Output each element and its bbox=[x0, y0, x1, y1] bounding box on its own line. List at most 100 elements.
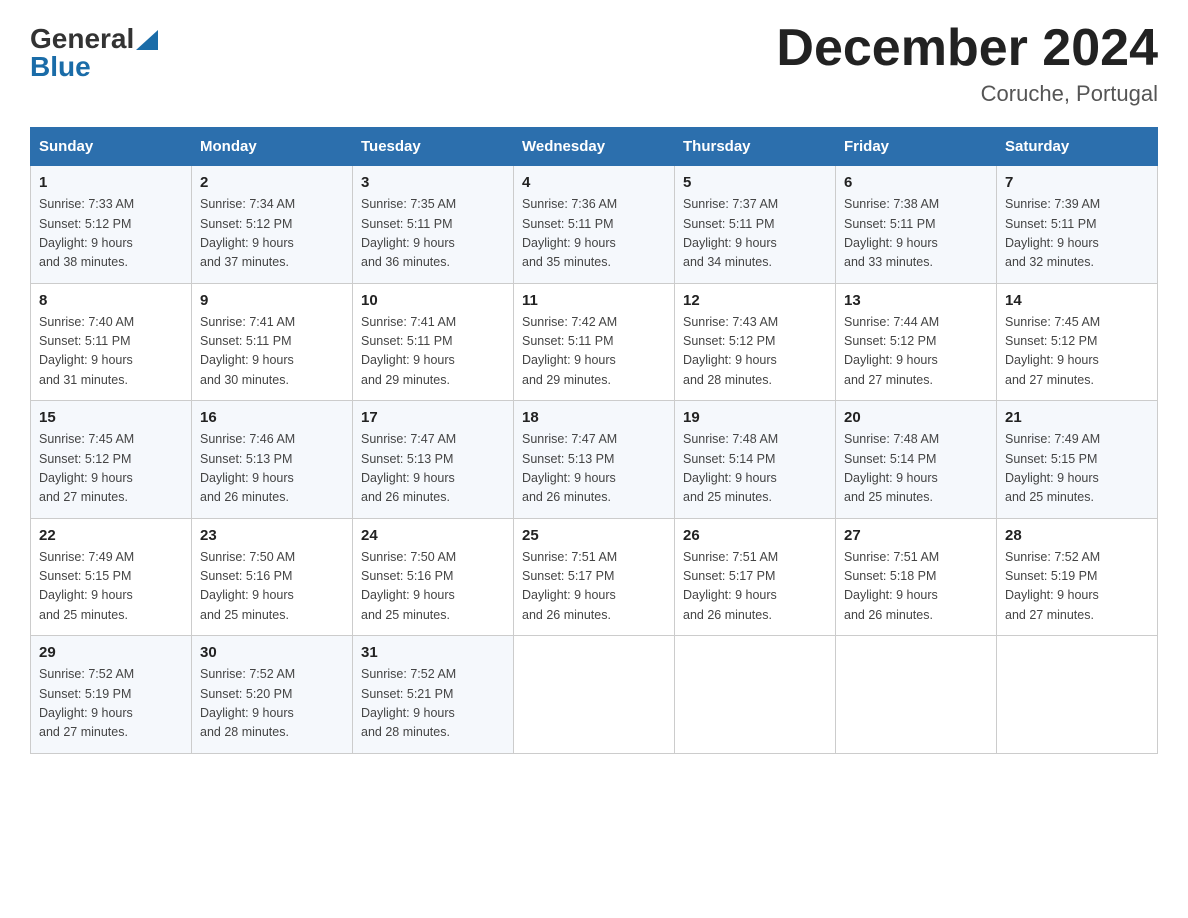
day-info: Sunrise: 7:50 AM Sunset: 5:16 PM Dayligh… bbox=[361, 548, 505, 626]
day-info: Sunrise: 7:45 AM Sunset: 5:12 PM Dayligh… bbox=[1005, 313, 1149, 391]
day-number: 10 bbox=[361, 292, 505, 309]
day-number: 31 bbox=[361, 644, 505, 661]
day-number: 25 bbox=[522, 527, 666, 544]
day-info: Sunrise: 7:52 AM Sunset: 5:20 PM Dayligh… bbox=[200, 665, 344, 743]
calendar-cell: 19 Sunrise: 7:48 AM Sunset: 5:14 PM Dayli… bbox=[675, 401, 836, 519]
day-info: Sunrise: 7:48 AM Sunset: 5:14 PM Dayligh… bbox=[683, 430, 827, 508]
calendar-header-thursday: Thursday bbox=[675, 128, 836, 166]
day-info: Sunrise: 7:40 AM Sunset: 5:11 PM Dayligh… bbox=[39, 313, 183, 391]
calendar-cell: 2 Sunrise: 7:34 AM Sunset: 5:12 PM Daylig… bbox=[192, 166, 353, 284]
day-number: 17 bbox=[361, 409, 505, 426]
calendar-cell: 21 Sunrise: 7:49 AM Sunset: 5:15 PM Dayli… bbox=[997, 401, 1158, 519]
day-number: 13 bbox=[844, 292, 988, 309]
day-info: Sunrise: 7:52 AM Sunset: 5:19 PM Dayligh… bbox=[39, 665, 183, 743]
day-info: Sunrise: 7:51 AM Sunset: 5:18 PM Dayligh… bbox=[844, 548, 988, 626]
calendar-cell: 13Sunrise: 7:44 AM Sunset: 5:12 PM Dayli… bbox=[836, 283, 997, 401]
day-info: Sunrise: 7:47 AM Sunset: 5:13 PM Dayligh… bbox=[522, 430, 666, 508]
header: General Blue December 2024 Coruche, Port… bbox=[30, 20, 1158, 107]
day-info: Sunrise: 7:47 AM Sunset: 5:13 PM Dayligh… bbox=[361, 430, 505, 508]
calendar-header-saturday: Saturday bbox=[997, 128, 1158, 166]
calendar-cell: 20Sunrise: 7:48 AM Sunset: 5:14 PM Dayli… bbox=[836, 401, 997, 519]
calendar-week-row: 8 Sunrise: 7:40 AM Sunset: 5:11 PM Daylig… bbox=[31, 283, 1158, 401]
calendar-header-friday: Friday bbox=[836, 128, 997, 166]
day-number: 5 bbox=[683, 174, 827, 191]
calendar-cell: 4Sunrise: 7:36 AM Sunset: 5:11 PM Daylig… bbox=[514, 166, 675, 284]
calendar-cell: 31Sunrise: 7:52 AM Sunset: 5:21 PM Dayli… bbox=[353, 636, 514, 754]
day-number: 11 bbox=[522, 292, 666, 309]
day-info: Sunrise: 7:45 AM Sunset: 5:12 PM Dayligh… bbox=[39, 430, 183, 508]
calendar-cell: 6 Sunrise: 7:38 AM Sunset: 5:11 PM Daylig… bbox=[836, 166, 997, 284]
calendar-cell: 10 Sunrise: 7:41 AM Sunset: 5:11 PM Dayli… bbox=[353, 283, 514, 401]
day-number: 7 bbox=[1005, 174, 1149, 191]
calendar-cell: 12 Sunrise: 7:43 AM Sunset: 5:12 PM Dayli… bbox=[675, 283, 836, 401]
calendar-cell: 25Sunrise: 7:51 AM Sunset: 5:17 PM Dayli… bbox=[514, 518, 675, 636]
calendar-cell: 26Sunrise: 7:51 AM Sunset: 5:17 PM Dayli… bbox=[675, 518, 836, 636]
calendar-cell: 30 Sunrise: 7:52 AM Sunset: 5:20 PM Dayli… bbox=[192, 636, 353, 754]
logo-triangle-icon bbox=[136, 30, 158, 50]
day-number: 28 bbox=[1005, 527, 1149, 544]
calendar-cell: 17 Sunrise: 7:47 AM Sunset: 5:13 PM Dayli… bbox=[353, 401, 514, 519]
logo-blue-text: Blue bbox=[30, 53, 91, 81]
day-info: Sunrise: 7:34 AM Sunset: 5:12 PM Dayligh… bbox=[200, 195, 344, 273]
calendar-header-row: SundayMondayTuesdayWednesdayThursdayFrid… bbox=[31, 128, 1158, 166]
day-number: 15 bbox=[39, 409, 183, 426]
day-number: 23 bbox=[200, 527, 344, 544]
calendar-week-row: 15 Sunrise: 7:45 AM Sunset: 5:12 PM Dayli… bbox=[31, 401, 1158, 519]
calendar-title: December 2024 bbox=[776, 20, 1158, 77]
calendar-cell: 15 Sunrise: 7:45 AM Sunset: 5:12 PM Dayli… bbox=[31, 401, 192, 519]
day-info: Sunrise: 7:42 AM Sunset: 5:11 PM Dayligh… bbox=[522, 313, 666, 391]
calendar-cell: 24 Sunrise: 7:50 AM Sunset: 5:16 PM Dayli… bbox=[353, 518, 514, 636]
calendar-cell: 1Sunrise: 7:33 AM Sunset: 5:12 PM Daylig… bbox=[31, 166, 192, 284]
day-number: 3 bbox=[361, 174, 505, 191]
day-number: 8 bbox=[39, 292, 183, 309]
day-number: 19 bbox=[683, 409, 827, 426]
day-info: Sunrise: 7:41 AM Sunset: 5:11 PM Dayligh… bbox=[200, 313, 344, 391]
day-number: 2 bbox=[200, 174, 344, 191]
calendar-cell: 8 Sunrise: 7:40 AM Sunset: 5:11 PM Daylig… bbox=[31, 283, 192, 401]
calendar-cell: 14 Sunrise: 7:45 AM Sunset: 5:12 PM Dayli… bbox=[997, 283, 1158, 401]
calendar-table: SundayMondayTuesdayWednesdayThursdayFrid… bbox=[30, 127, 1158, 754]
day-info: Sunrise: 7:37 AM Sunset: 5:11 PM Dayligh… bbox=[683, 195, 827, 273]
day-number: 30 bbox=[200, 644, 344, 661]
calendar-cell: 7Sunrise: 7:39 AM Sunset: 5:11 PM Daylig… bbox=[997, 166, 1158, 284]
day-number: 26 bbox=[683, 527, 827, 544]
calendar-cell: 11 Sunrise: 7:42 AM Sunset: 5:11 PM Dayli… bbox=[514, 283, 675, 401]
calendar-header-sunday: Sunday bbox=[31, 128, 192, 166]
title-area: December 2024 Coruche, Portugal bbox=[776, 20, 1158, 107]
calendar-cell bbox=[836, 636, 997, 754]
day-number: 21 bbox=[1005, 409, 1149, 426]
calendar-cell: 27Sunrise: 7:51 AM Sunset: 5:18 PM Dayli… bbox=[836, 518, 997, 636]
calendar-cell bbox=[675, 636, 836, 754]
day-number: 4 bbox=[522, 174, 666, 191]
calendar-cell: 16Sunrise: 7:46 AM Sunset: 5:13 PM Dayli… bbox=[192, 401, 353, 519]
day-number: 29 bbox=[39, 644, 183, 661]
day-info: Sunrise: 7:50 AM Sunset: 5:16 PM Dayligh… bbox=[200, 548, 344, 626]
calendar-week-row: 29 Sunrise: 7:52 AM Sunset: 5:19 PM Dayli… bbox=[31, 636, 1158, 754]
day-info: Sunrise: 7:49 AM Sunset: 5:15 PM Dayligh… bbox=[39, 548, 183, 626]
calendar-header-monday: Monday bbox=[192, 128, 353, 166]
day-info: Sunrise: 7:49 AM Sunset: 5:15 PM Dayligh… bbox=[1005, 430, 1149, 508]
calendar-cell: 5 Sunrise: 7:37 AM Sunset: 5:11 PM Daylig… bbox=[675, 166, 836, 284]
day-info: Sunrise: 7:38 AM Sunset: 5:11 PM Dayligh… bbox=[844, 195, 988, 273]
calendar-cell: 29 Sunrise: 7:52 AM Sunset: 5:19 PM Dayli… bbox=[31, 636, 192, 754]
logo-general-text: General bbox=[30, 25, 134, 53]
day-info: Sunrise: 7:35 AM Sunset: 5:11 PM Dayligh… bbox=[361, 195, 505, 273]
day-number: 9 bbox=[200, 292, 344, 309]
day-number: 18 bbox=[522, 409, 666, 426]
day-number: 6 bbox=[844, 174, 988, 191]
day-info: Sunrise: 7:43 AM Sunset: 5:12 PM Dayligh… bbox=[683, 313, 827, 391]
day-number: 24 bbox=[361, 527, 505, 544]
day-number: 12 bbox=[683, 292, 827, 309]
calendar-cell: 9 Sunrise: 7:41 AM Sunset: 5:11 PM Daylig… bbox=[192, 283, 353, 401]
calendar-cell: 28Sunrise: 7:52 AM Sunset: 5:19 PM Dayli… bbox=[997, 518, 1158, 636]
calendar-cell: 22Sunrise: 7:49 AM Sunset: 5:15 PM Dayli… bbox=[31, 518, 192, 636]
day-info: Sunrise: 7:41 AM Sunset: 5:11 PM Dayligh… bbox=[361, 313, 505, 391]
day-info: Sunrise: 7:46 AM Sunset: 5:13 PM Dayligh… bbox=[200, 430, 344, 508]
calendar-cell bbox=[514, 636, 675, 754]
day-info: Sunrise: 7:48 AM Sunset: 5:14 PM Dayligh… bbox=[844, 430, 988, 508]
day-number: 14 bbox=[1005, 292, 1149, 309]
calendar-cell: 3 Sunrise: 7:35 AM Sunset: 5:11 PM Daylig… bbox=[353, 166, 514, 284]
calendar-cell: 18 Sunrise: 7:47 AM Sunset: 5:13 PM Dayli… bbox=[514, 401, 675, 519]
logo: General Blue bbox=[30, 20, 158, 81]
calendar-cell bbox=[997, 636, 1158, 754]
